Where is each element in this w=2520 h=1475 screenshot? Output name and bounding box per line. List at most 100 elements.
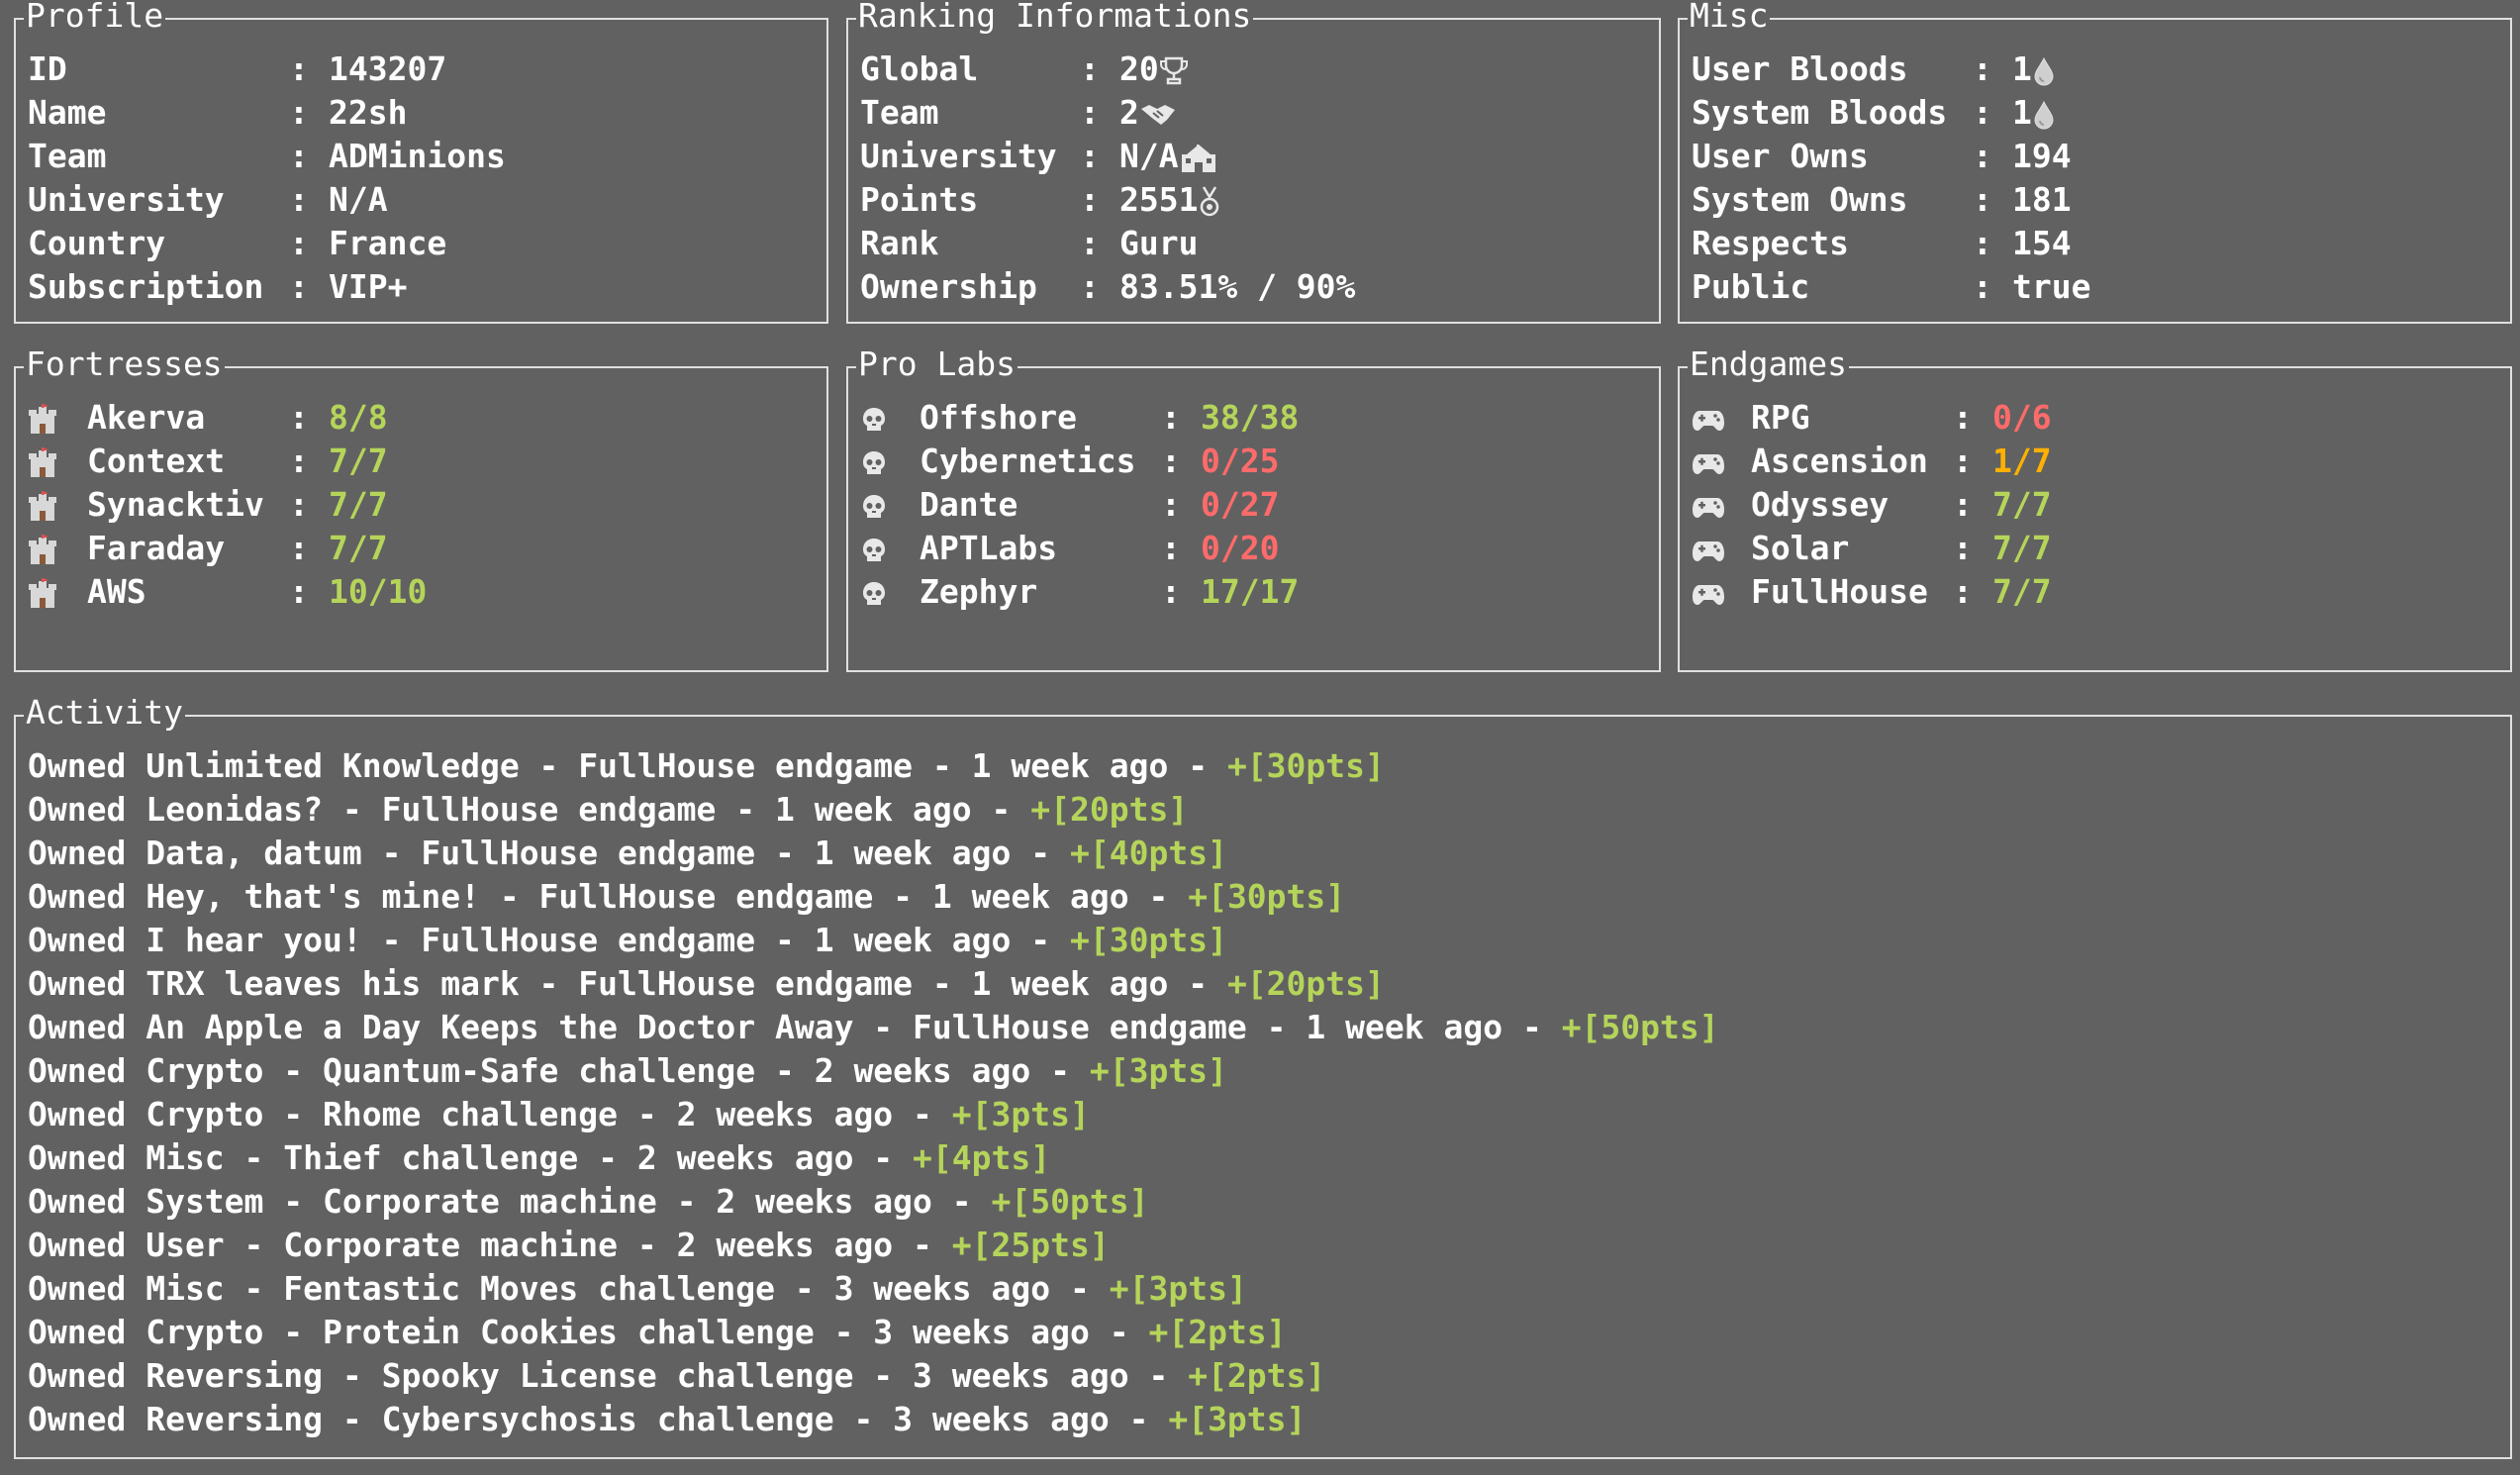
progress-row[interactable]: Cybernetics:0/25 xyxy=(860,440,1299,483)
info-value: VIP+ xyxy=(329,267,408,306)
item-name: Cybernetics xyxy=(920,442,1136,480)
item-name: APTLabs xyxy=(920,529,1058,567)
info-value: 1 xyxy=(2012,93,2032,132)
progress-row[interactable]: AWS:10/10 xyxy=(28,570,427,614)
castle-icon xyxy=(28,396,61,440)
separator: : xyxy=(1161,572,1181,611)
progress-row[interactable]: Faraday:7/7 xyxy=(28,527,427,570)
info-key: Country xyxy=(28,224,166,262)
castle-icon xyxy=(28,440,61,483)
prolabs-panel: Pro Labs Offshore:38/38 Cybernetics:0/25 D… xyxy=(846,344,1661,672)
info-key: Name xyxy=(28,93,107,132)
info-row: System Bloods:1 xyxy=(1692,91,2090,135)
activity-points: +[3pts] xyxy=(1109,1269,1247,1308)
info-key: User Bloods xyxy=(1692,49,1908,88)
progress-row[interactable]: Akerva:8/8 xyxy=(28,396,427,440)
progress-row[interactable]: Synacktiv:7/7 xyxy=(28,483,427,527)
info-value: 194 xyxy=(2012,137,2072,175)
separator: : xyxy=(1080,49,1100,88)
separator: : xyxy=(1973,49,1992,88)
info-row: Respects:154 xyxy=(1692,222,2090,265)
info-value: 181 xyxy=(2012,180,2072,219)
info-row: User Owns:194 xyxy=(1692,135,2090,178)
activity-text: Owned System - Corporate machine - 2 wee… xyxy=(28,1182,992,1221)
progress-row[interactable]: Odyssey:7/7 xyxy=(1692,483,2052,527)
handshake-icon xyxy=(1139,91,1177,135)
info-row: University: N/A xyxy=(28,178,506,222)
item-name: Ascension xyxy=(1751,442,1928,480)
blood-drop-icon xyxy=(2032,91,2056,135)
panel-title: Profile xyxy=(24,0,166,36)
info-key: Ownership xyxy=(860,267,1037,306)
activity-item: Owned Misc - Thief challenge - 2 weeks a… xyxy=(28,1136,1719,1180)
gamepad-icon xyxy=(1692,483,1725,527)
info-row: System Owns:181 xyxy=(1692,178,2090,222)
progress-value: 7/7 xyxy=(1992,529,2052,567)
castle-icon xyxy=(28,527,61,570)
skull-icon xyxy=(860,396,894,440)
progress-row[interactable]: Dante:0/27 xyxy=(860,483,1299,527)
activity-text: Owned Crypto - Rhome challenge - 2 weeks… xyxy=(28,1095,952,1133)
info-key: Public xyxy=(1692,267,1810,306)
info-value: 143207 xyxy=(329,49,447,88)
castle-icon xyxy=(28,570,61,614)
separator: : xyxy=(1973,93,1992,132)
progress-row[interactable]: Ascension:1/7 xyxy=(1692,440,2052,483)
activity-text: Owned Unlimited Knowledge - FullHouse en… xyxy=(28,746,1227,785)
gamepad-icon xyxy=(1692,396,1725,440)
activity-item: Owned Reversing - Cybersychosis challeng… xyxy=(28,1398,1719,1441)
info-row: Name:22sh xyxy=(28,91,506,135)
progress-row[interactable]: Solar:7/7 xyxy=(1692,527,2052,570)
info-value: 2551 xyxy=(1119,180,1199,219)
progress-row[interactable]: APTLabs:0/20 xyxy=(860,527,1299,570)
separator: : xyxy=(289,485,309,524)
separator: : xyxy=(1973,180,1992,219)
progress-row[interactable]: Context:7/7 xyxy=(28,440,427,483)
separator: : xyxy=(1973,137,1992,175)
castle-icon xyxy=(28,483,61,527)
panel-title: Activity xyxy=(24,693,185,733)
activity-text: Owned Hey, that's mine! - FullHouse endg… xyxy=(28,877,1189,916)
activity-points: +[4pts] xyxy=(913,1138,1051,1177)
panel-title: Ranking Informations xyxy=(856,0,1254,36)
activity-text: Owned Data, datum - FullHouse endgame - … xyxy=(28,834,1070,872)
info-row: Points:2551 xyxy=(860,178,1355,222)
activity-text: Owned Reversing - Spooky License challen… xyxy=(28,1356,1189,1395)
activity-points: +[3pts] xyxy=(1089,1051,1227,1090)
profile-rows: ID:143207 Name:22sh Team: ADMinions Universi… xyxy=(28,48,506,309)
separator: : xyxy=(1161,398,1181,437)
separator: : xyxy=(289,572,309,611)
info-key: User Owns xyxy=(1692,137,1869,175)
separator: : xyxy=(289,398,309,437)
separator: : xyxy=(1080,180,1100,219)
progress-row[interactable]: Zephyr:17/17 xyxy=(860,570,1299,614)
separator: : xyxy=(289,180,309,219)
info-key: Team xyxy=(860,93,939,132)
progress-value: 7/7 xyxy=(329,485,388,524)
gamepad-icon xyxy=(1692,570,1725,614)
separator: : xyxy=(289,93,309,132)
activity-item: Owned Crypto - Protein Cookies challenge… xyxy=(28,1311,1719,1354)
progress-row[interactable]: FullHouse:7/7 xyxy=(1692,570,2052,614)
separator: : xyxy=(1080,224,1100,262)
progress-row[interactable]: Offshore:38/38 xyxy=(860,396,1299,440)
progress-row[interactable]: RPG:0/6 xyxy=(1692,396,2052,440)
activity-text: Owned Misc - Thief challenge - 2 weeks a… xyxy=(28,1138,914,1177)
item-name: Zephyr xyxy=(920,572,1038,611)
info-value: Guru xyxy=(1119,224,1199,262)
ranking-panel: Ranking Informations Global:20 Team:2 Univ… xyxy=(846,0,1661,324)
info-value: ADMinions xyxy=(329,137,506,175)
endgames-panel: Endgames RPG:0/6 Ascension:1/7 Odyssey:7/7… xyxy=(1678,344,2512,672)
info-value: 83.51% / 90% xyxy=(1119,267,1356,306)
info-row: Subscription: VIP+ xyxy=(28,265,506,309)
info-row: Country: France xyxy=(28,222,506,265)
activity-points: +[30pts] xyxy=(1226,746,1385,785)
separator: : xyxy=(1973,224,1992,262)
info-key: Respects xyxy=(1692,224,1849,262)
activity-points: +[50pts] xyxy=(1561,1008,1719,1046)
medal-icon xyxy=(1198,178,1221,222)
separator: : xyxy=(1080,137,1100,175)
progress-value: 0/25 xyxy=(1201,442,1280,480)
item-name: Dante xyxy=(920,485,1018,524)
separator: : xyxy=(1953,485,1973,524)
